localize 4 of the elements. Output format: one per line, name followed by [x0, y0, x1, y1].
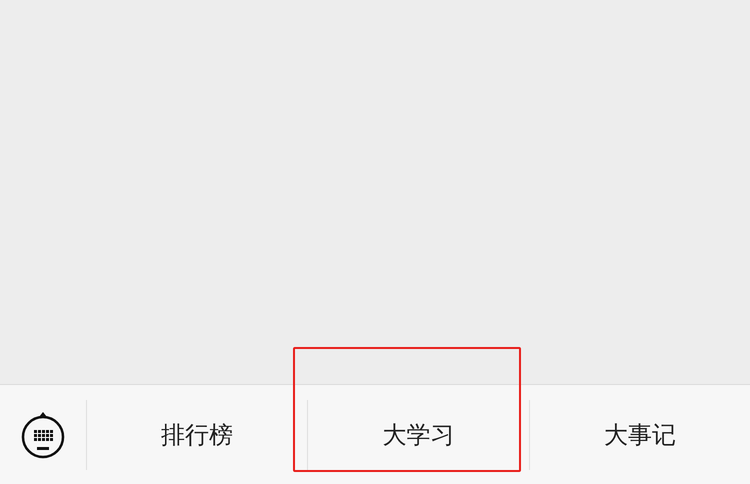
keyboard-icon[interactable] — [20, 410, 66, 460]
menu-item[interactable]: 排行榜 — [149, 412, 246, 456]
menu-item[interactable]: 大学习 — [370, 412, 466, 456]
menu-item[interactable]: 大事记 — [592, 412, 688, 456]
